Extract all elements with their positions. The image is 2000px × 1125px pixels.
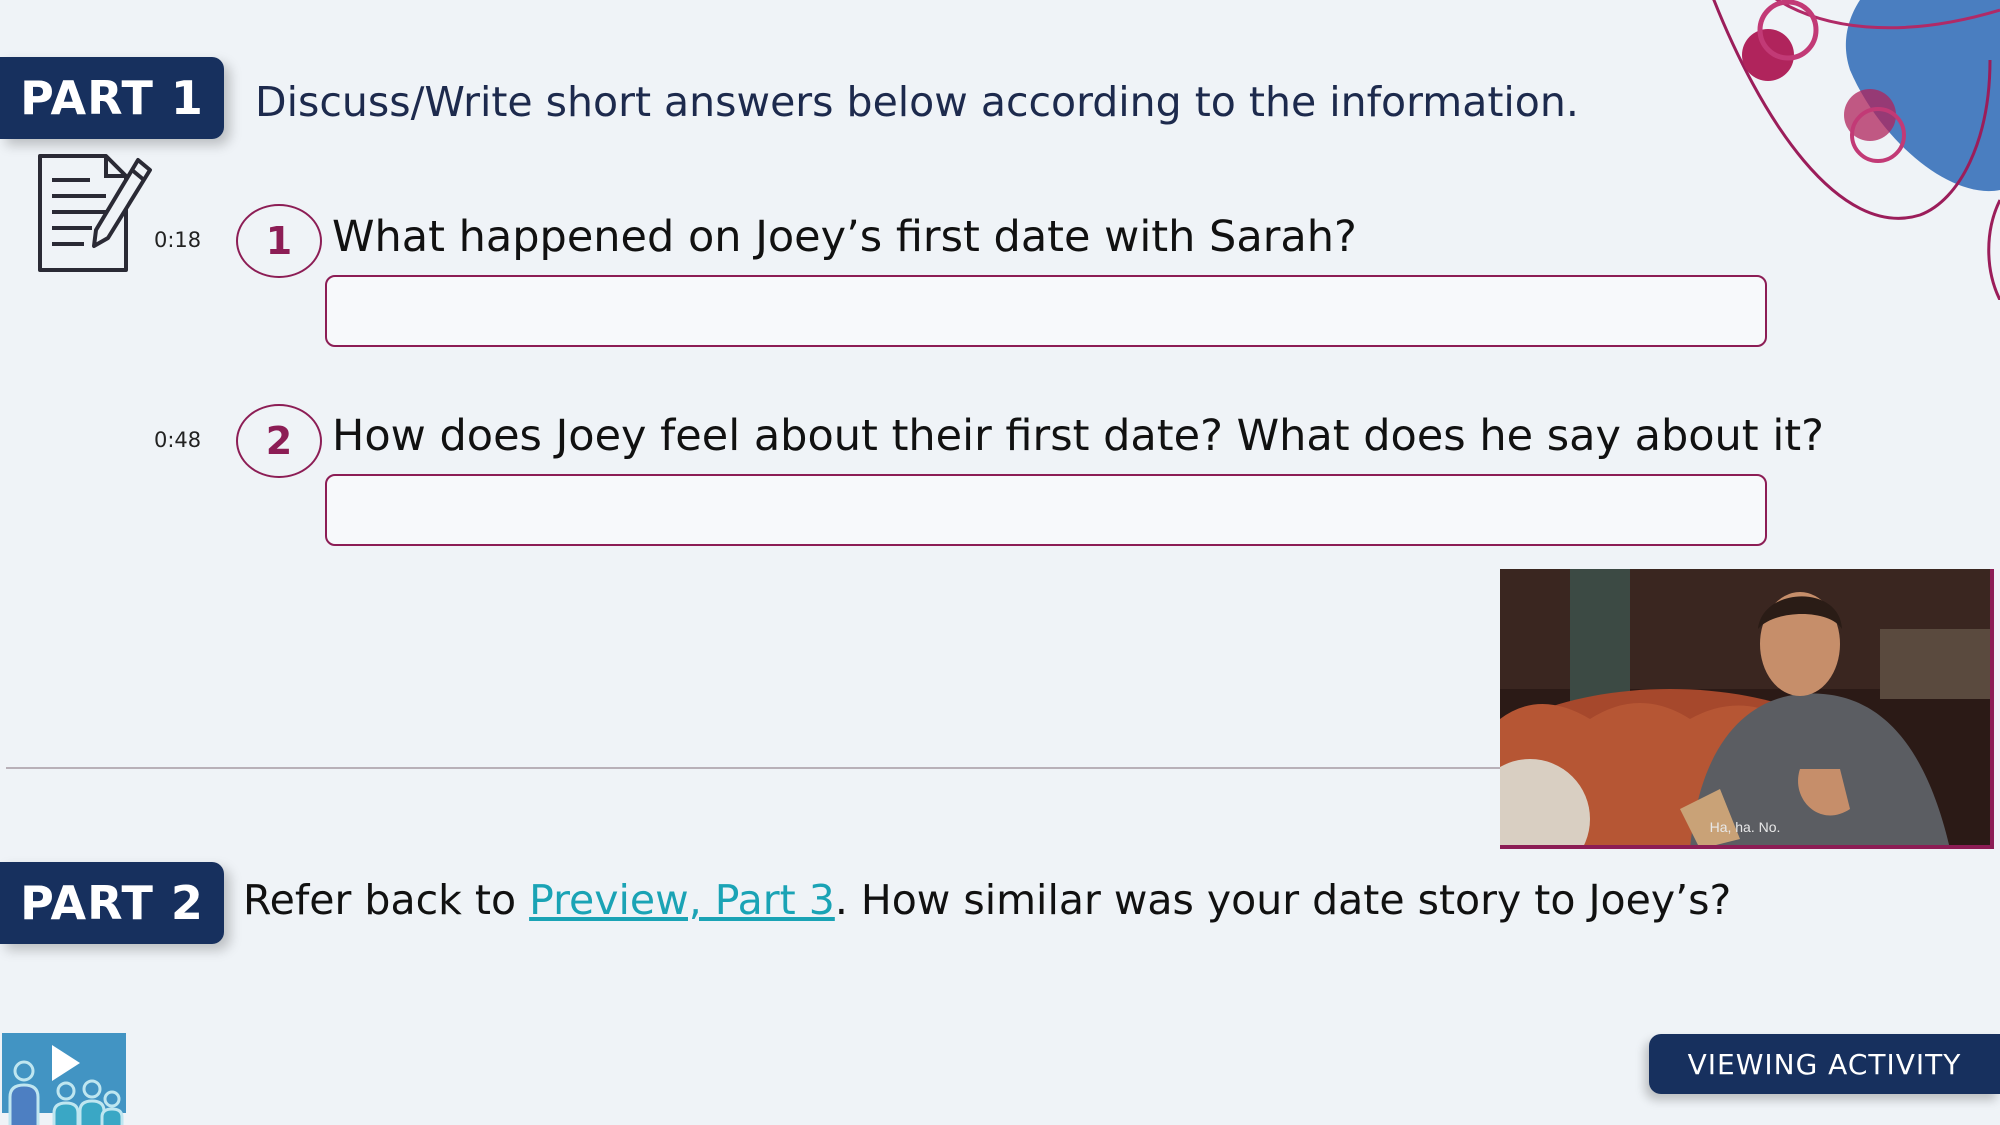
video-still[interactable]: Ha, ha. No.: [1500, 569, 1994, 849]
preview-part-3-link[interactable]: Preview, Part 3: [529, 876, 835, 924]
part-2-instruction: Refer back to Preview, Part 3. How simil…: [243, 876, 1731, 924]
group-viewing-video-icon: [2, 1033, 126, 1125]
question-2-number: 2: [236, 404, 322, 478]
section-divider: [6, 767, 1500, 769]
slide: PART 1 Discuss/Write short answers below…: [0, 0, 2000, 1125]
video-subtitle: Ha, ha. No.: [1709, 819, 1781, 835]
document-pencil-icon: [38, 154, 152, 272]
viewing-activity-label: VIEWING ACTIVITY: [1649, 1034, 2000, 1094]
question-1-timestamp: 0:18: [154, 228, 202, 252]
video-frame-image: [1500, 569, 1990, 845]
part-2-instruction-suffix: . How similar was your date story to Joe…: [834, 876, 1732, 924]
part-2-badge: PART 2: [0, 862, 224, 944]
question-2-text: How does Joey feel about their first dat…: [332, 411, 1824, 461]
part-1-instruction: Discuss/Write short answers below accord…: [255, 78, 1579, 126]
question-2-answer-field[interactable]: [325, 474, 1767, 546]
question-1-text: What happened on Joey’s first date with …: [332, 212, 1357, 262]
part-1-badge: PART 1: [0, 57, 224, 139]
decorative-corner-graphic: [1712, 0, 2000, 300]
part-2-instruction-prefix: Refer back to: [243, 876, 530, 924]
question-2-timestamp: 0:48: [154, 428, 202, 452]
question-1-answer-field[interactable]: [325, 275, 1767, 347]
question-1-number: 1: [236, 204, 322, 278]
